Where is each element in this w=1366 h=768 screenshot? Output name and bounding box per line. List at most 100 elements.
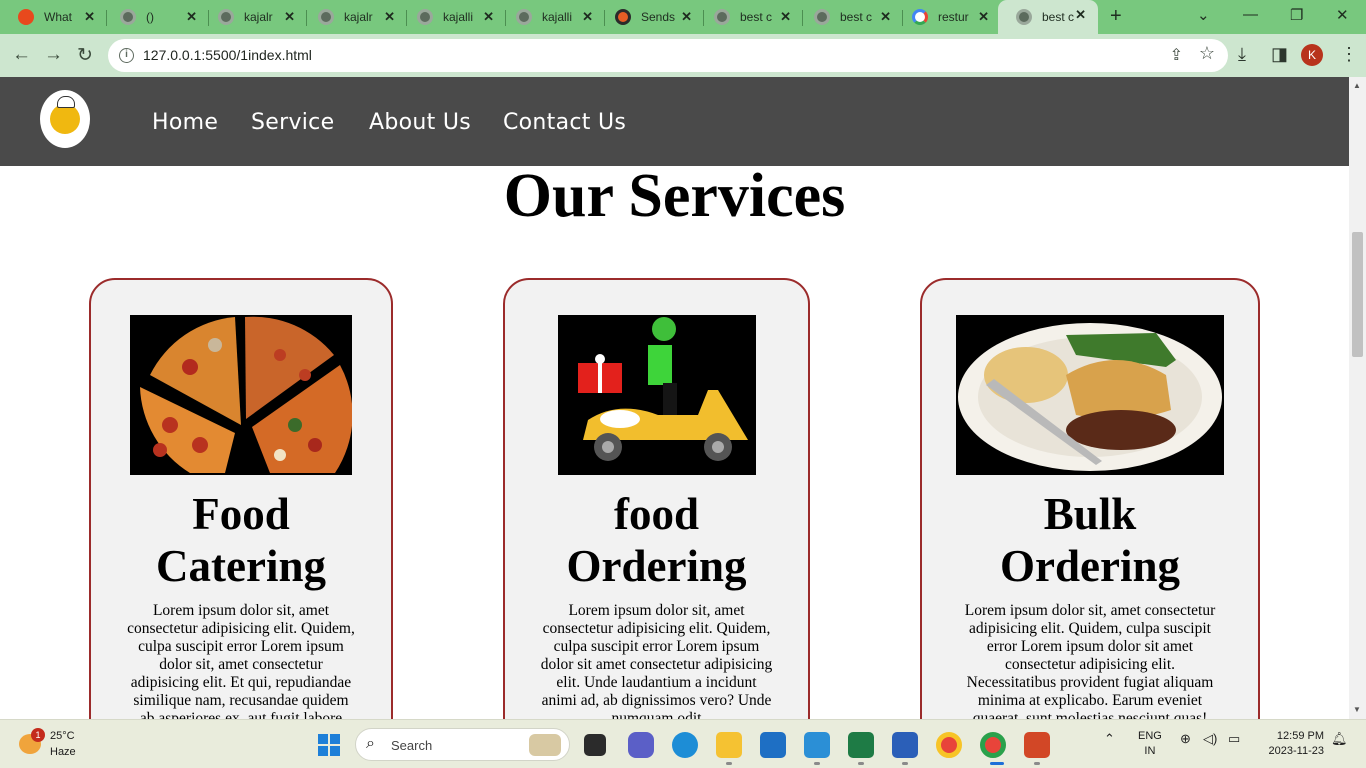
close-icon[interactable]: ✕ <box>84 9 95 25</box>
windows-start-icon[interactable] <box>318 734 340 756</box>
bookmark-star-icon[interactable]: ☆ <box>1199 43 1215 64</box>
volume-icon[interactable]: ◁) <box>1203 731 1217 747</box>
region-code: IN <box>1144 745 1156 757</box>
globe-icon <box>814 9 830 25</box>
browser-tab[interactable]: best c ✕ <box>696 2 803 32</box>
chrome-icon[interactable] <box>936 732 962 758</box>
pie-plate-image <box>956 315 1224 475</box>
browser-tab[interactable]: kajalr ✕ <box>300 2 407 32</box>
browser-tab[interactable]: best c ✕ <box>796 2 903 32</box>
url-text[interactable]: 127.0.0.1:5500/1index.html <box>143 47 312 63</box>
alert-icon <box>18 9 34 25</box>
side-panel-icon[interactable]: ◨ <box>1271 44 1288 65</box>
scroll-up-icon[interactable]: ▲ <box>1353 81 1361 90</box>
close-icon[interactable]: ✕ <box>582 9 593 25</box>
close-icon[interactable]: ✕ <box>780 9 791 25</box>
browser-tab-active[interactable]: best c ✕ <box>998 0 1098 34</box>
tab-title: best c <box>840 10 873 24</box>
chrome-profile-icon[interactable] <box>980 732 1006 758</box>
nav-service[interactable]: Service <box>251 110 334 135</box>
weather-condition[interactable]: Haze <box>50 746 76 758</box>
network-icon[interactable]: ⊕ <box>1180 731 1191 747</box>
tab-title: kajalr <box>344 10 373 24</box>
globe-icon <box>318 9 334 25</box>
card-description: Lorem ipsum dolor sit, amet consectetur … <box>964 602 1216 719</box>
system-clock[interactable]: 12:59 PM 2023-11-23 <box>1258 729 1324 759</box>
address-bar[interactable]: i 127.0.0.1:5500/1index.html ⇪ ☆ <box>108 39 1228 72</box>
minimize-icon[interactable]: — <box>1243 6 1258 23</box>
search-highlight-icon <box>529 734 561 756</box>
vscode-icon[interactable] <box>804 732 830 758</box>
edge-browser-icon[interactable] <box>672 732 698 758</box>
download-icon[interactable]: ⤓ <box>1238 44 1246 65</box>
running-indicator <box>858 762 864 765</box>
globe-icon <box>120 9 136 25</box>
language-indicator[interactable]: ENG IN <box>1138 729 1162 759</box>
nav-contact-us[interactable]: Contact Us <box>503 110 626 135</box>
weather-temperature[interactable]: 25°C <box>50 730 75 742</box>
globe-icon <box>714 9 730 25</box>
back-arrow-icon[interactable]: ← <box>12 44 31 66</box>
kitchen-logo[interactable] <box>40 90 90 148</box>
chevron-up-icon[interactable]: ⌃ <box>1104 731 1115 747</box>
card-title: Bulk Ordering <box>1000 489 1180 591</box>
powerpoint-icon[interactable] <box>1024 732 1050 758</box>
task-view-icon[interactable] <box>584 734 606 756</box>
tab-title: Sends <box>641 10 676 24</box>
delivery-scooter-image <box>558 315 756 475</box>
close-icon[interactable]: ✕ <box>880 9 891 25</box>
tab-title: kajalli <box>542 10 573 24</box>
globe-icon <box>218 9 234 25</box>
chef-hat-logo-icon <box>50 96 80 134</box>
browser-tab[interactable]: () ✕ <box>102 2 209 32</box>
mail-icon[interactable] <box>760 732 786 758</box>
globe-icon <box>516 9 532 25</box>
profile-avatar[interactable]: K <box>1301 44 1323 66</box>
running-indicator <box>902 762 908 765</box>
site-info-icon[interactable]: i <box>119 48 134 63</box>
service-card-bulk: Bulk Ordering Lorem ipsum dolor sit, ame… <box>920 278 1260 719</box>
window-close-icon[interactable]: ✕ <box>1336 6 1349 24</box>
browser-tab[interactable]: Sends ✕ <box>597 2 704 32</box>
restore-icon[interactable]: ❐ <box>1290 6 1303 24</box>
page-scrollbar[interactable]: ▲ ▼ <box>1349 77 1366 719</box>
clock-time: 12:59 PM <box>1276 730 1324 742</box>
excel-icon[interactable] <box>848 732 874 758</box>
scroll-down-icon[interactable]: ▼ <box>1353 705 1361 714</box>
notification-bell-icon[interactable]: 🔔︎ <box>1331 731 1348 747</box>
browser-toolbar: ← → ↻ i 127.0.0.1:5500/1index.html ⇪ ☆ ⤓… <box>0 34 1366 77</box>
search-placeholder[interactable]: Search <box>391 738 432 753</box>
search-icon: ⌕ <box>366 735 375 752</box>
close-icon[interactable]: ✕ <box>384 9 395 25</box>
file-explorer-icon[interactable] <box>716 732 742 758</box>
close-icon[interactable]: ✕ <box>284 9 295 25</box>
close-icon[interactable]: ✕ <box>1075 7 1086 23</box>
close-icon[interactable]: ✕ <box>186 9 197 25</box>
nav-home[interactable]: Home <box>152 110 218 135</box>
clock-date: 2023-11-23 <box>1268 745 1324 757</box>
browser-tab-strip: What ✕ () ✕ kajalr ✕ kajalr ✕ kajalli ✕ … <box>0 0 1366 34</box>
globe-icon <box>1016 9 1032 25</box>
scrollbar-thumb[interactable] <box>1352 232 1363 357</box>
close-icon[interactable]: ✕ <box>681 9 692 25</box>
new-tab-plus-icon[interactable]: + <box>1110 5 1122 28</box>
word-icon[interactable] <box>892 732 918 758</box>
browser-tab[interactable]: restur ✕ <box>894 2 1001 32</box>
running-indicator <box>814 762 820 765</box>
reload-icon[interactable]: ↻ <box>77 44 93 67</box>
forward-arrow-icon[interactable]: → <box>44 44 63 66</box>
close-icon[interactable]: ✕ <box>978 9 989 25</box>
browser-tab[interactable]: What ✕ <box>0 2 107 32</box>
page-viewport: Home Service About Us Contact Us Our Ser… <box>0 77 1349 719</box>
browser-tab[interactable]: kajalli ✕ <box>498 2 605 32</box>
share-icon[interactable]: ⇪ <box>1170 45 1183 65</box>
teams-chat-icon[interactable] <box>628 732 654 758</box>
battery-icon[interactable]: ▭ <box>1228 731 1240 747</box>
close-icon[interactable]: ✕ <box>483 9 494 25</box>
browser-tab[interactable]: kajalli ✕ <box>399 2 506 32</box>
nav-about-us[interactable]: About Us <box>369 110 471 135</box>
tab-search-chevron-icon[interactable]: ⌄ <box>1197 6 1210 24</box>
browser-tab[interactable]: kajalr ✕ <box>200 2 307 32</box>
taskbar-search[interactable]: ⌕ Search <box>355 728 570 761</box>
menu-dots-icon[interactable]: ⋮ <box>1340 44 1358 65</box>
